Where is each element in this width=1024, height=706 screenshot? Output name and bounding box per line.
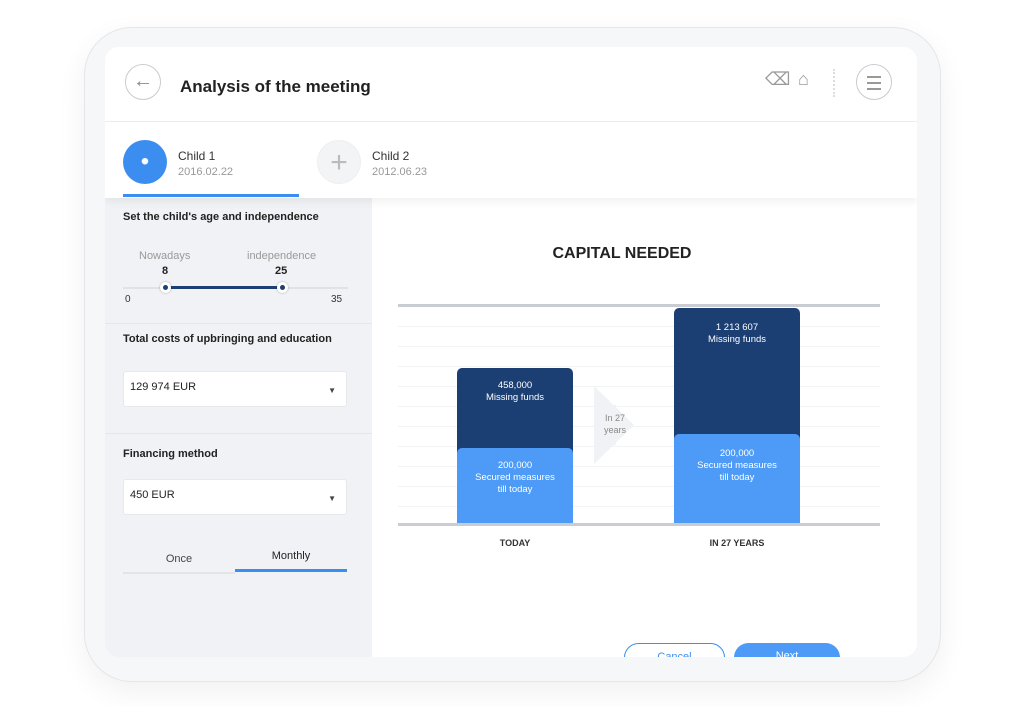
arrow-text: In 27 bbox=[604, 413, 626, 423]
missing-text: Missing funds bbox=[707, 334, 767, 345]
bar-27-years: 1 213 607 Missing funds 200,000 Secured me… bbox=[674, 308, 800, 524]
bar-today: 458,000 Missing funds 200,000 Secured meas… bbox=[457, 368, 573, 524]
back-button[interactable]: ← bbox=[125, 64, 161, 100]
age-section-title: Set the child's age and independence bbox=[123, 211, 319, 223]
cancel-button[interactable]: Cancel bbox=[624, 643, 725, 657]
financing-value: 450 EUR bbox=[130, 489, 175, 501]
independence-slider-handle[interactable] bbox=[277, 282, 288, 293]
header: ← Analysis of the meeting ⌫ ⌂ bbox=[105, 47, 917, 122]
chart-baseline bbox=[398, 523, 880, 526]
financing-section-title: Financing method bbox=[123, 448, 218, 460]
child-date: 2012.06.23 bbox=[372, 166, 428, 178]
arrow-label: In 27 years bbox=[604, 412, 626, 436]
caret-down-icon: ▼ bbox=[328, 386, 336, 395]
app-screen: ← Analysis of the meeting ⌫ ⌂ • Child 1 … bbox=[105, 47, 917, 657]
slider-min: 0 bbox=[125, 294, 131, 305]
secured-text: Secured measures bbox=[475, 472, 555, 483]
active-tab-indicator bbox=[123, 194, 299, 197]
secured-text: till today bbox=[497, 484, 533, 495]
missing-value: 458,000 bbox=[497, 380, 533, 391]
segment-monthly[interactable]: Monthly bbox=[235, 550, 347, 572]
chart-panel: CAPITAL NEEDED 458,000 Missing funds 200,… bbox=[372, 198, 917, 657]
chart-top-line bbox=[398, 304, 880, 307]
chart-title: CAPITAL NEEDED bbox=[552, 245, 692, 262]
slider-max: 35 bbox=[331, 294, 343, 305]
eraser-icon[interactable]: ⌫ bbox=[765, 69, 790, 90]
x-label-27-years: IN 27 YEARS bbox=[709, 538, 765, 548]
menu-button[interactable] bbox=[856, 64, 892, 100]
nowadays-label: Nowadays bbox=[139, 250, 191, 262]
costs-value: 129 974 EUR bbox=[130, 381, 197, 393]
independence-label: independence bbox=[247, 250, 317, 262]
divider bbox=[105, 323, 372, 324]
next-button[interactable]: Next bbox=[734, 643, 840, 657]
gridline bbox=[398, 326, 880, 327]
missing-text: Missing funds bbox=[485, 392, 545, 403]
secured-value: 200,000 bbox=[497, 460, 533, 471]
gridline bbox=[398, 346, 880, 347]
child-name: Child 1 bbox=[178, 149, 216, 163]
secured-text: till today bbox=[719, 472, 755, 483]
bar-today-secured-label: 200,000 Secured measures till today bbox=[457, 460, 573, 496]
bar-today-missing-label: 458,000 Missing funds bbox=[457, 380, 573, 404]
secured-text: Secured measures bbox=[697, 460, 777, 471]
independence-value: 25 bbox=[275, 265, 288, 277]
x-label-today: TODAY bbox=[499, 538, 531, 548]
age-slider-range bbox=[166, 286, 283, 289]
home-icon[interactable]: ⌂ bbox=[798, 69, 809, 90]
arrow-left-icon: ← bbox=[133, 70, 153, 92]
bar-27-secured-label: 200,000 Secured measures till today bbox=[674, 448, 800, 484]
costs-select[interactable]: 129 974 EUR ▼ bbox=[123, 371, 347, 407]
financing-select[interactable]: 450 EUR ▼ bbox=[123, 479, 347, 515]
bar-27-missing-label: 1 213 607 Missing funds bbox=[674, 322, 800, 346]
tab-child-1[interactable]: • Child 1 2016.02.22 bbox=[123, 122, 303, 198]
settings-panel: Set the child's age and independence Now… bbox=[105, 198, 372, 657]
children-tabs: • Child 1 2016.02.22 + Child 2 2012.06.2… bbox=[105, 122, 917, 198]
divider bbox=[833, 69, 835, 97]
costs-section-title: Total costs of upbringing and education bbox=[123, 333, 332, 345]
child-date: 2016.02.22 bbox=[178, 166, 234, 178]
bar-27-secured: 200,000 Secured measures till today bbox=[674, 434, 800, 524]
segment-once[interactable]: Once bbox=[123, 553, 235, 574]
plus-icon: + bbox=[317, 140, 361, 184]
bar-today-secured: 200,000 Secured measures till today bbox=[457, 448, 573, 524]
nowadays-slider-handle[interactable] bbox=[160, 282, 171, 293]
gridline bbox=[398, 366, 880, 367]
page-title: Analysis of the meeting bbox=[180, 77, 371, 96]
arrow-text: years bbox=[604, 425, 627, 435]
child-name: Child 2 bbox=[372, 149, 410, 163]
secured-value: 200,000 bbox=[719, 448, 755, 459]
child-icon: • bbox=[123, 140, 167, 184]
tab-child-2[interactable]: + Child 2 2012.06.23 bbox=[317, 122, 497, 198]
nowadays-value: 8 bbox=[162, 265, 169, 277]
divider bbox=[105, 433, 372, 434]
caret-down-icon: ▼ bbox=[328, 494, 336, 503]
missing-value: 1 213 607 bbox=[715, 322, 759, 333]
